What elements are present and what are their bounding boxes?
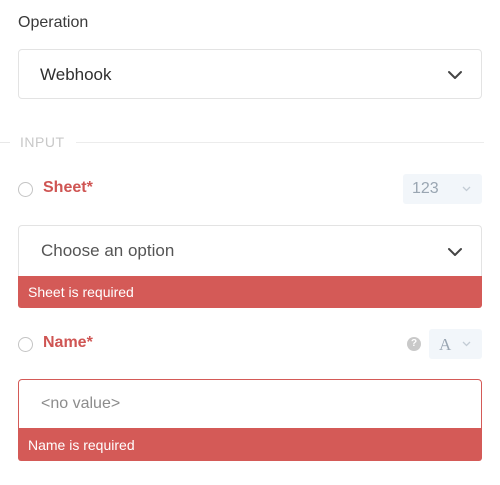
sheet-error-message: Sheet is required (18, 276, 482, 308)
name-field-label: Name* (43, 334, 93, 351)
name-input[interactable] (18, 379, 482, 429)
sheet-radio[interactable] (18, 182, 33, 197)
operation-selected-value: Webhook (40, 65, 112, 84)
input-section-divider: INPUT (0, 133, 500, 153)
sheet-type-label: 123 (412, 180, 439, 197)
divider-line-right (76, 142, 484, 143)
help-icon[interactable]: ? (407, 337, 421, 351)
name-type-label: A (439, 335, 452, 354)
operation-label: Operation (18, 14, 89, 31)
name-field-header: Name* ? A (0, 329, 500, 359)
sheet-select-value: Choose an option (41, 241, 175, 260)
name-type-selector[interactable]: A (429, 329, 482, 359)
divider-line-left (0, 142, 10, 143)
name-error-message: Name is required (18, 429, 482, 461)
sheet-field-label: Sheet* (43, 179, 93, 196)
operation-select[interactable]: Webhook (18, 49, 482, 99)
sheet-field-header: Sheet* 123 (0, 174, 500, 204)
chevron-down-icon (448, 248, 462, 256)
name-radio[interactable] (18, 337, 33, 352)
input-section-title: INPUT (20, 134, 65, 150)
sheet-select[interactable]: Choose an option (18, 225, 482, 277)
chevron-down-icon (462, 341, 471, 347)
sheet-type-selector[interactable]: 123 (403, 174, 482, 204)
operation-config-panel: Operation Webhook INPUT Sheet* 123 Choos… (0, 0, 500, 485)
chevron-down-icon (462, 186, 471, 192)
chevron-down-icon (448, 71, 462, 79)
